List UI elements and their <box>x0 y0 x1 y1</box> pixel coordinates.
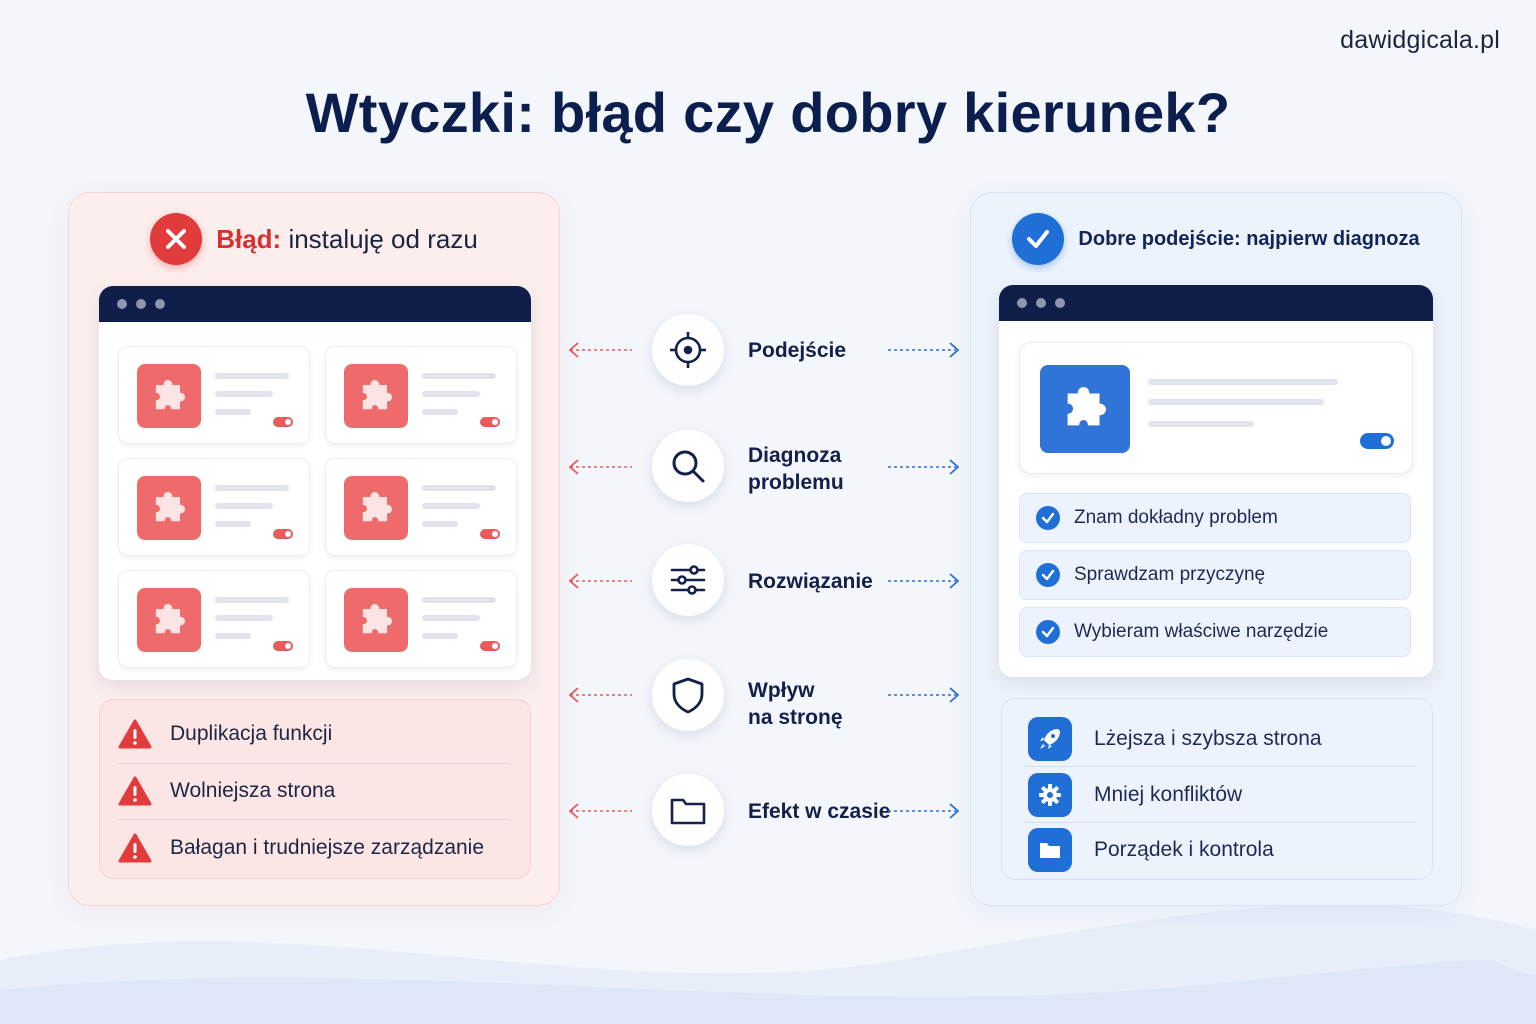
benefit-label: Mniej konfliktów <box>1094 783 1243 806</box>
gear-icon <box>1028 773 1072 817</box>
search-icon <box>652 430 724 502</box>
wrong-approach-title: Błąd: instaluję od razu <box>216 224 478 255</box>
benefit-label: Porządek i kontrola <box>1094 838 1274 861</box>
criterion-label-line1: Diagnoza <box>748 444 842 467</box>
check-icon <box>1036 563 1060 587</box>
benefit-label: Lżejsza i szybsza strona <box>1094 727 1322 750</box>
check-icon <box>1036 620 1060 644</box>
criterion-label: Rozwiązanie <box>748 570 873 593</box>
criterion-label: Diagnoza problemu <box>748 442 844 496</box>
checkmark-icon <box>1012 213 1065 265</box>
plugin-toggle[interactable] <box>1360 433 1394 449</box>
benefit-item: Porządek i kontrola <box>1028 824 1418 876</box>
check-icon <box>1036 506 1060 530</box>
plugin-icon <box>1040 365 1130 453</box>
target-icon <box>652 314 724 386</box>
criterion-label: Podejście <box>748 339 847 362</box>
plugin-toggle[interactable] <box>480 417 500 427</box>
error-label: Błąd: <box>216 223 282 254</box>
good-approach-panel: Dobre podejście: najpierw diagnoza Znam … <box>970 192 1462 906</box>
benefit-item: Mniej konfliktów <box>1028 769 1418 821</box>
folder-icon <box>1028 828 1072 872</box>
criterion-label: Efekt w czasie <box>748 800 891 823</box>
benefit-item: Lżejsza i szybsza strona <box>1028 713 1418 765</box>
check-item: Sprawdzam przyczynę <box>1019 550 1411 600</box>
window-titlebar <box>999 285 1433 321</box>
good-approach-title: Dobre podejście: najpierw diagnoza <box>1078 227 1420 250</box>
criterion-label-line2: problemu <box>748 471 844 494</box>
sliders-icon <box>652 544 724 616</box>
brand-domain: dawidgicala.pl <box>1340 26 1500 54</box>
check-label: Znam dokładny problem <box>1074 507 1278 528</box>
plugin-toggle[interactable] <box>480 641 500 651</box>
page-title: Wtyczki: błąd czy dobry kierunek? <box>305 81 1231 144</box>
error-x-icon <box>150 213 203 265</box>
error-description: instaluję od razu <box>288 223 478 254</box>
check-item: Znam dokładny problem <box>1019 493 1411 543</box>
selected-plugin-card <box>1019 342 1413 474</box>
criterion-label-line2: na stronę <box>748 706 843 729</box>
benefits-list: Lżejsza i szybsza strona Mniej konfliktó… <box>1001 698 1433 880</box>
check-item: Wybieram właściwe narzędzie <box>1019 607 1411 657</box>
shield-icon <box>652 659 724 731</box>
folder-icon <box>652 774 724 846</box>
plugin-toggle[interactable] <box>273 529 293 539</box>
plugin-toggle[interactable] <box>273 641 293 651</box>
wrong-approach-header: Błąd: instaluję od razu <box>69 213 559 265</box>
rocket-icon <box>1028 717 1072 761</box>
criterion-label-line1: Wpływ <box>748 679 815 702</box>
plugin-toggle[interactable] <box>480 529 500 539</box>
plugin-toggle[interactable] <box>273 417 293 427</box>
check-label: Sprawdzam przyczynę <box>1074 564 1266 585</box>
check-label: Wybieram właściwe narzędzie <box>1074 621 1329 642</box>
criterion-label: Wpływ na stronę <box>748 677 843 731</box>
good-approach-header: Dobre podejście: najpierw diagnoza <box>971 213 1461 265</box>
